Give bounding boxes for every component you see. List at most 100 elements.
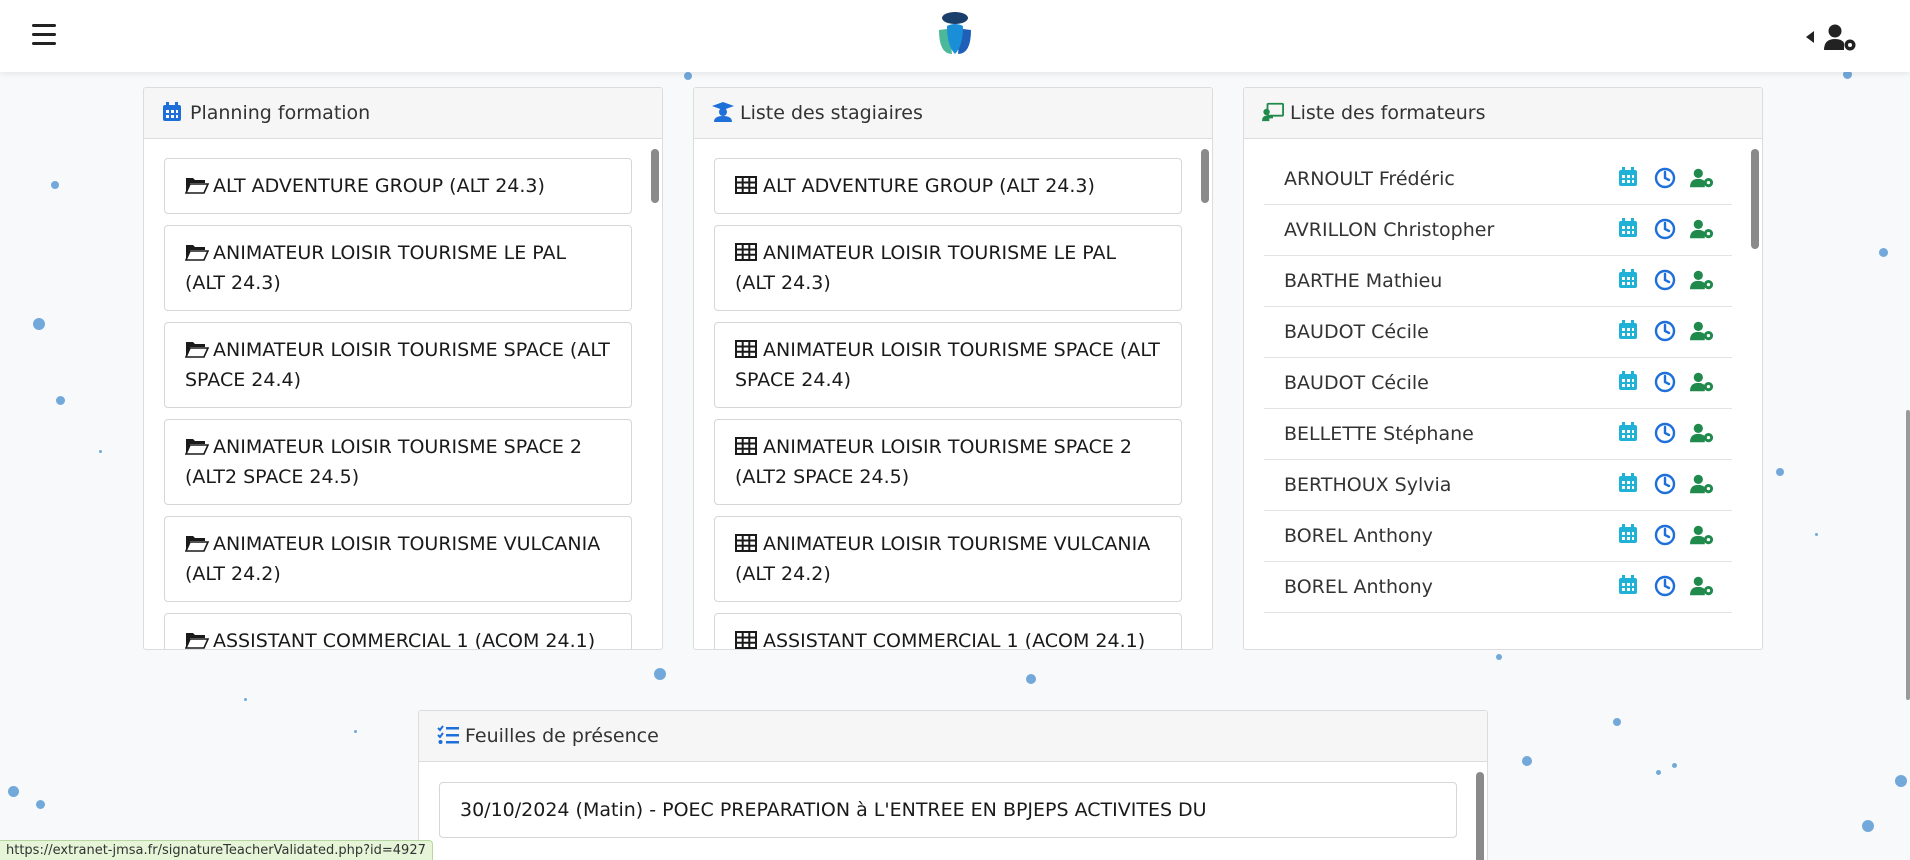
user-gear-icon[interactable] (1690, 575, 1714, 599)
hamburger-icon[interactable] (32, 24, 56, 46)
clock-icon[interactable] (1654, 218, 1678, 242)
table-icon (735, 337, 759, 358)
clock-icon[interactable] (1654, 320, 1678, 344)
folder-open-icon (184, 434, 210, 455)
stagiaires-item-label: ANIMATEUR LOISIR TOURISME VULCANIA (ALT … (735, 533, 1151, 585)
stagiaires-scrollbar[interactable] (1200, 149, 1210, 649)
formateur-row: ARNOULT Frédéric (1264, 154, 1732, 205)
stagiaires-item[interactable]: ANIMATEUR LOISIR TOURISME SPACE 2 (ALT2 … (714, 419, 1182, 505)
user-gear-icon[interactable] (1690, 524, 1714, 548)
planning-title: Planning formation (190, 102, 371, 124)
formateur-row: BAUDOT Cécile (1264, 358, 1732, 409)
clock-icon[interactable] (1654, 269, 1678, 293)
calendar-icon[interactable] (1618, 167, 1642, 191)
user-gear-icon[interactable] (1690, 269, 1714, 293)
formateurs-scrollbar[interactable] (1750, 149, 1760, 649)
calendar-icon[interactable] (1618, 575, 1642, 599)
user-gear-icon[interactable] (1690, 167, 1714, 191)
presence-item[interactable]: 30/10/2024 (Matin) - POEC PREPARATION à … (439, 782, 1457, 838)
planning-item[interactable]: ASSISTANT COMMERCIAL 1 (ACOM 24.1) (164, 613, 632, 649)
planning-header: Planning formation (144, 88, 662, 139)
folder-open-icon (184, 337, 210, 358)
stagiaires-item-label: ALT ADVENTURE GROUP (ALT 24.3) (763, 175, 1095, 197)
stagiaires-item[interactable]: ANIMATEUR LOISIR TOURISME LE PAL (ALT 24… (714, 225, 1182, 311)
clock-icon[interactable] (1654, 524, 1678, 548)
table-icon (735, 240, 759, 261)
top-navbar (0, 0, 1910, 72)
user-gear-icon[interactable] (1690, 218, 1714, 242)
user-menu-button[interactable] (1804, 22, 1860, 52)
stagiaires-item-label: ANIMATEUR LOISIR TOURISME SPACE 2 (ALT2 … (735, 436, 1132, 488)
stagiaires-title: Liste des stagiaires (740, 102, 923, 124)
planning-item[interactable]: ANIMATEUR LOISIR TOURISME SPACE (ALT SPA… (164, 322, 632, 408)
formateur-actions (1618, 524, 1732, 548)
clock-icon[interactable] (1654, 371, 1678, 395)
planning-item[interactable]: ALT ADVENTURE GROUP (ALT 24.3) (164, 158, 632, 214)
planning-item[interactable]: ANIMATEUR LOISIR TOURISME VULCANIA (ALT … (164, 516, 632, 602)
formateur-row: BAUDOT Cécile (1264, 307, 1732, 358)
formateur-actions (1618, 575, 1732, 599)
formateurs-card: Liste des formateurs ARNOULT Frédéric AVR… (1243, 87, 1763, 650)
stagiaires-card: Liste des stagiaires ALT ADVENTURE GROUP… (693, 87, 1213, 650)
planning-item-label: ANIMATEUR LOISIR TOURISME VULCANIA (ALT … (185, 533, 601, 585)
folder-open-icon (184, 628, 210, 649)
planning-scrollbar[interactable] (650, 149, 660, 649)
formateurs-header: Liste des formateurs (1244, 88, 1762, 139)
planning-card: Planning formation ALT ADVENTURE GROUP (… (143, 87, 663, 650)
user-gear-icon (1806, 24, 1856, 51)
stagiaires-item-label: ASSISTANT COMMERCIAL 1 (ACOM 24.1) (763, 630, 1146, 649)
stagiaires-item[interactable]: ALT ADVENTURE GROUP (ALT 24.3) (714, 158, 1182, 214)
teacher-board-icon (1262, 102, 1284, 124)
presence-title: Feuilles de présence (465, 725, 659, 747)
planning-list-container[interactable]: ALT ADVENTURE GROUP (ALT 24.3) ANIMATEUR … (144, 139, 662, 649)
formateur-name: BERTHOUX Sylvia (1284, 474, 1452, 496)
formateur-actions (1618, 473, 1732, 497)
page-scrollbar[interactable] (1906, 410, 1910, 700)
presence-item-label: 30/10/2024 (Matin) - POEC PREPARATION à … (460, 799, 1207, 821)
checklist-icon (437, 725, 459, 747)
presence-list: 30/10/2024 (Matin) - POEC PREPARATION à … (439, 782, 1457, 849)
clock-icon[interactable] (1654, 473, 1678, 497)
calendar-icon[interactable] (1618, 422, 1642, 446)
formateur-actions (1618, 422, 1732, 446)
planning-item-label: ASSISTANT COMMERCIAL 1 (ACOM 24.1) (213, 630, 596, 649)
planning-item-label: ANIMATEUR LOISIR TOURISME LE PAL (ALT 24… (185, 242, 567, 294)
planning-item[interactable]: ANIMATEUR LOISIR TOURISME LE PAL (ALT 24… (164, 225, 632, 311)
formateur-actions (1618, 167, 1732, 191)
logo[interactable] (930, 10, 980, 56)
calendar-icon[interactable] (1618, 320, 1642, 344)
stagiaires-list: ALT ADVENTURE GROUP (ALT 24.3) ANIMATEUR … (714, 158, 1182, 649)
planning-item[interactable]: ANIMATEUR LOISIR TOURISME SPACE 2 (ALT2 … (164, 419, 632, 505)
calendar-icon[interactable] (1618, 371, 1642, 395)
formateur-name: ARNOULT Frédéric (1284, 168, 1455, 190)
stagiaires-item[interactable]: ANIMATEUR LOISIR TOURISME VULCANIA (ALT … (714, 516, 1182, 602)
stagiaires-item[interactable]: ANIMATEUR LOISIR TOURISME SPACE (ALT SPA… (714, 322, 1182, 408)
presence-scrollbar[interactable] (1475, 772, 1485, 860)
planning-item-label: ANIMATEUR LOISIR TOURISME SPACE 2 (ALT2 … (185, 436, 582, 488)
formateur-row: BERTHOUX Sylvia (1264, 460, 1732, 511)
calendar-icon[interactable] (1618, 218, 1642, 242)
presence-list-container[interactable]: 30/10/2024 (Matin) - POEC PREPARATION à … (419, 762, 1487, 860)
stagiaires-list-container[interactable]: ALT ADVENTURE GROUP (ALT 24.3) ANIMATEUR … (694, 139, 1212, 649)
planning-item-label: ALT ADVENTURE GROUP (ALT 24.3) (213, 175, 545, 197)
formateur-name: BAUDOT Cécile (1284, 372, 1429, 394)
planning-list: ALT ADVENTURE GROUP (ALT 24.3) ANIMATEUR … (164, 158, 632, 649)
clock-icon[interactable] (1654, 575, 1678, 599)
stagiaires-item[interactable]: ASSISTANT COMMERCIAL 1 (ACOM 24.1) (714, 613, 1182, 649)
formateur-row: BOREL Anthony (1264, 511, 1732, 562)
clock-icon[interactable] (1654, 422, 1678, 446)
formateur-name: BOREL Anthony (1284, 525, 1433, 547)
user-gear-icon[interactable] (1690, 473, 1714, 497)
formateur-actions (1618, 320, 1732, 344)
formateur-actions (1618, 269, 1732, 293)
user-gear-icon[interactable] (1690, 371, 1714, 395)
user-gear-icon[interactable] (1690, 422, 1714, 446)
user-gear-icon[interactable] (1690, 320, 1714, 344)
calendar-icon[interactable] (1618, 473, 1642, 497)
clock-icon[interactable] (1654, 167, 1678, 191)
formateurs-list-container[interactable]: ARNOULT Frédéric AVRILLON Christopher BART… (1244, 139, 1762, 649)
planning-item-label: ANIMATEUR LOISIR TOURISME SPACE (ALT SPA… (185, 339, 610, 391)
presence-header: Feuilles de présence (419, 711, 1487, 762)
calendar-icon[interactable] (1618, 524, 1642, 548)
calendar-icon[interactable] (1618, 269, 1642, 293)
